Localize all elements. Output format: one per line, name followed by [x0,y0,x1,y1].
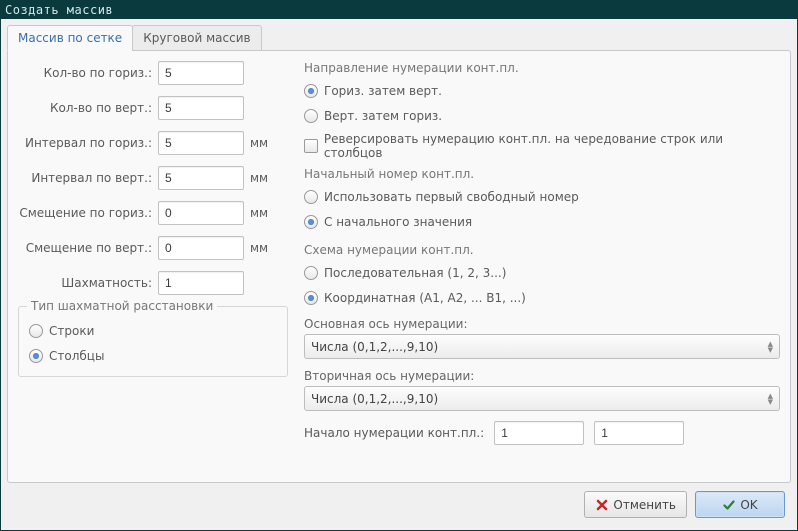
checkbox-icon [304,139,318,153]
left-column: Кол-во по гориз.: Кол-во по верт.: Интер… [18,61,288,472]
input-stagger[interactable] [158,271,244,295]
primary-axis-block: Основная ось нумерации: Числа (0,1,2,...… [304,317,780,359]
dialog-window: Создать массив Массив по сетке Круговой … [0,0,798,531]
radio-icon [304,190,318,204]
radio-direction-vh[interactable]: Верт. затем гориз. [304,105,780,127]
input-count-horizontal[interactable] [158,61,244,85]
group-scheme-title: Схема нумерации конт.пл. [304,243,780,257]
tab-circular-array-label: Круговой массив [143,31,250,45]
row-interval-horizontal: Интервал по гориз.: мм [18,131,288,155]
tab-pane: Кол-во по гориз.: Кол-во по верт.: Интер… [7,50,791,483]
radio-icon [29,349,43,363]
radio-scheme-coordinate[interactable]: Координатная (A1, A2, ... B1, ...) [304,287,780,309]
radio-icon [304,291,318,305]
radio-scheme-sequential[interactable]: Последовательная (1, 2, 3...) [304,262,780,284]
ok-icon [722,498,736,512]
input-offset-horizontal[interactable] [158,201,244,225]
cancel-button-label: Отменить [613,498,676,512]
group-start-number: Начальный номер конт.пл. Использовать пе… [304,167,780,233]
input-start-b[interactable] [594,421,684,445]
radio-scheme-sequential-label: Последовательная (1, 2, 3...) [324,266,506,280]
group-scheme: Схема нумерации конт.пл. Последовательна… [304,243,780,309]
group-direction: Направление нумерации конт.пл. Гориз. за… [304,61,780,127]
radio-icon [304,215,318,229]
updown-icon: ▲▼ [768,393,773,405]
secondary-axis-block: Вторичная ось нумерации: Числа (0,1,2,..… [304,369,780,411]
tab-circular-array[interactable]: Круговой массив [132,25,261,51]
label-count-vertical: Кол-во по верт.: [18,101,158,115]
row-interval-vertical: Интервал по верт.: мм [18,166,288,190]
radio-icon [304,109,318,123]
tab-grid-array[interactable]: Массив по сетке [7,25,133,51]
unit-interval-vertical: мм [250,171,268,185]
group-start-number-title: Начальный номер конт.пл. [304,167,780,181]
dialog-footer: Отменить OK [7,483,791,524]
label-offset-horizontal: Смещение по гориз.: [18,206,158,220]
label-stagger: Шахматность: [18,276,158,290]
radio-icon [304,266,318,280]
radio-direction-hv[interactable]: Гориз. затем верт. [304,80,780,102]
checkbox-reverse-label: Реверсировать нумерацию конт.пл. на чере… [324,132,780,160]
row-count-vertical: Кол-во по верт.: [18,96,288,120]
ok-button[interactable]: OK [695,491,785,518]
radio-direction-hv-label: Гориз. затем верт. [324,84,442,98]
radio-icon [29,324,43,338]
dialog-content: Массив по сетке Круговой массив Кол-во п… [1,19,797,530]
select-primary-axis[interactable]: Числа (0,1,2,...,9,10) ▲▼ [304,334,780,359]
row-offset-horizontal: Смещение по гориз.: мм [18,201,288,225]
row-count-horizontal: Кол-во по гориз.: [18,61,288,85]
input-offset-vertical[interactable] [158,236,244,260]
ok-button-label: OK [740,498,757,512]
unit-offset-vertical: мм [250,241,268,255]
radio-start-value-label: С начального значения [324,215,472,229]
window-titlebar: Создать массив [1,1,797,19]
group-direction-title: Направление нумерации конт.пл. [304,61,780,75]
updown-icon: ▲▼ [768,341,773,353]
radio-stagger-rows[interactable]: Строки [29,320,277,342]
input-start-a[interactable] [494,421,584,445]
label-offset-vertical: Смещение по верт.: [18,241,158,255]
tab-bar: Массив по сетке Круговой массив [7,25,791,51]
label-count-horizontal: Кол-во по гориз.: [18,66,158,80]
group-stagger-type: Тип шахматной расстановки Строки Столбцы [18,306,288,377]
cancel-button[interactable]: Отменить [584,491,687,518]
select-primary-axis-value: Числа (0,1,2,...,9,10) [311,340,438,354]
tab-grid-array-label: Массив по сетке [18,31,122,45]
row-offset-vertical: Смещение по верт.: мм [18,236,288,260]
radio-stagger-cols[interactable]: Столбцы [29,345,277,367]
select-secondary-axis-value: Числа (0,1,2,...,9,10) [311,392,438,406]
radio-start-free-label: Использовать первый свободный номер [324,190,579,204]
radio-stagger-rows-label: Строки [49,324,94,338]
radio-direction-vh-label: Верт. затем гориз. [324,109,442,123]
cancel-icon [595,498,609,512]
radio-stagger-cols-label: Столбцы [49,349,104,363]
label-interval-vertical: Интервал по верт.: [18,171,158,185]
label-start-numbers: Начало нумерации конт.пл.: [304,426,484,440]
label-interval-horizontal: Интервал по гориз.: [18,136,158,150]
unit-interval-horizontal: мм [250,136,268,150]
group-stagger-type-title: Тип шахматной расстановки [27,299,217,313]
radio-icon [304,84,318,98]
input-interval-horizontal[interactable] [158,131,244,155]
window-title: Создать массив [5,3,113,17]
radio-scheme-coordinate-label: Координатная (A1, A2, ... B1, ...) [324,291,526,305]
row-start-numbers: Начало нумерации конт.пл.: [304,421,780,445]
input-interval-vertical[interactable] [158,166,244,190]
radio-start-free[interactable]: Использовать первый свободный номер [304,186,780,208]
checkbox-reverse-numbering[interactable]: Реверсировать нумерацию конт.пл. на чере… [304,135,780,157]
row-stagger: Шахматность: [18,271,288,295]
input-count-vertical[interactable] [158,96,244,120]
right-column: Направление нумерации конт.пл. Гориз. за… [304,61,780,472]
label-secondary-axis: Вторичная ось нумерации: [304,369,780,383]
label-primary-axis: Основная ось нумерации: [304,317,780,331]
select-secondary-axis[interactable]: Числа (0,1,2,...,9,10) ▲▼ [304,386,780,411]
radio-start-value[interactable]: С начального значения [304,211,780,233]
unit-offset-horizontal: мм [250,206,268,220]
